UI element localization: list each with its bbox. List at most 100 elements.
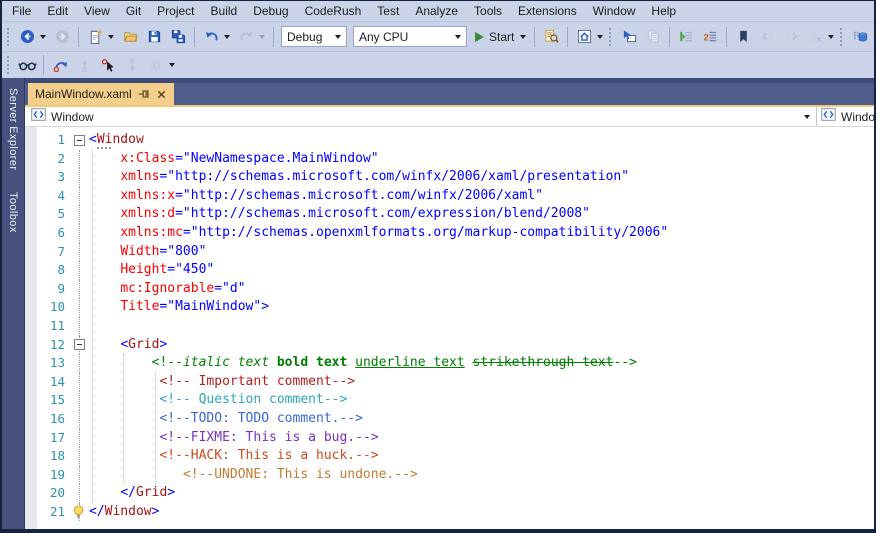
secondary-element-dropdown[interactable]: Window (816, 107, 874, 126)
undo-icon[interactable] (200, 26, 222, 48)
code-line[interactable]: 13 <!--italic text bold text underline t… (25, 354, 874, 373)
dropdown-caret-icon[interactable] (828, 35, 834, 39)
toolbar-grip[interactable] (7, 28, 11, 46)
dropdown-caret-icon[interactable] (40, 35, 46, 39)
format-lines-icon[interactable]: 2 (699, 26, 721, 48)
fold-margin[interactable] (71, 131, 89, 150)
menu-item-test[interactable]: Test (369, 1, 407, 21)
copy-icon[interactable] (642, 26, 664, 48)
side-tab-toolbox[interactable]: Toolbox (7, 192, 19, 233)
dropdown-caret-icon[interactable] (224, 35, 230, 39)
chevron-down-icon[interactable] (804, 115, 810, 119)
glasses-icon[interactable] (16, 54, 38, 76)
menu-item-git[interactable]: Git (118, 1, 149, 21)
menu-item-project[interactable]: Project (149, 1, 202, 21)
cursor-marker-icon[interactable] (97, 54, 119, 76)
code-editor[interactable]: 1<Window2 x:Class="NewNamespace.MainWind… (25, 127, 874, 529)
dropdown-caret-icon[interactable] (520, 35, 526, 39)
toolbar-grip[interactable] (840, 28, 844, 46)
menu-item-coderush[interactable]: CodeRush (297, 1, 370, 21)
code-line[interactable]: 20 </Grid> (25, 484, 874, 503)
bookmark-icon[interactable] (732, 26, 754, 48)
save-all-icon[interactable] (167, 26, 189, 48)
lightbulb-icon[interactable] (72, 505, 86, 519)
locate-in-solution-icon[interactable] (618, 26, 640, 48)
code-line[interactable]: 6 xmlns:mc="http://schemas.openxmlformat… (25, 224, 874, 243)
toolbar-grip[interactable] (7, 56, 11, 74)
menu-item-build[interactable]: Build (203, 1, 246, 21)
gear-icon[interactable] (145, 54, 167, 76)
menu-item-analyze[interactable]: Analyze (407, 1, 466, 21)
code-line[interactable]: 3 xmlns="http://schemas.microsoft.com/wi… (25, 168, 874, 187)
home-icon[interactable] (573, 26, 595, 48)
code-line[interactable]: 15 <!-- Question comment--> (25, 391, 874, 410)
code-line[interactable]: 14 <!-- Important comment--> (25, 373, 874, 392)
new-item-icon[interactable] (84, 26, 106, 48)
back-icon[interactable] (16, 26, 38, 48)
code-line[interactable]: 21</Window> (25, 503, 874, 522)
toolbar-grip[interactable] (609, 28, 613, 46)
code-line[interactable]: 11 (25, 317, 874, 336)
attach-search-icon[interactable] (540, 26, 562, 48)
menu-item-file[interactable]: File (4, 1, 39, 21)
redo-icon[interactable] (235, 26, 257, 48)
code-line[interactable]: 10 Title="MainWindow"> (25, 298, 874, 317)
next-bookmark-icon[interactable] (780, 26, 802, 48)
code-line[interactable]: 1<Window (25, 131, 874, 150)
dropdown-caret-icon[interactable] (169, 63, 175, 67)
code-line[interactable]: 8 Height="450" (25, 261, 874, 280)
combo-caret-icon[interactable] (455, 35, 461, 39)
start-debug-button[interactable]: Start (472, 26, 517, 48)
menu-item-edit[interactable]: Edit (39, 1, 76, 21)
code-line[interactable]: 16 <!--TODO: TODO comment.--> (25, 410, 874, 429)
fold-margin[interactable] (71, 336, 89, 355)
menu-item-debug[interactable]: Debug (245, 1, 296, 21)
code-line[interactable]: 18 <!--HACK: This is a huck.--> (25, 447, 874, 466)
line-number: 9 (25, 280, 71, 299)
side-tab-server-explorer[interactable]: Server Explorer (7, 88, 19, 170)
prev-bookmark-icon[interactable] (756, 26, 778, 48)
dropdown-caret-icon[interactable] (597, 35, 603, 39)
menu-item-tools[interactable]: Tools (466, 1, 510, 21)
code-line[interactable]: 2 x:Class="NewNamespace.MainWindow" (25, 150, 874, 169)
code-line[interactable]: 7 Width="800" (25, 243, 874, 262)
fold-margin (71, 373, 89, 392)
code-line[interactable]: 17 <!--FIXME: This is a bug.--> (25, 429, 874, 448)
menu-item-view[interactable]: View (76, 1, 118, 21)
pin-icon[interactable] (138, 88, 150, 100)
element-breadcrumb-dropdown[interactable]: Window (25, 107, 816, 126)
fold-margin (71, 205, 89, 224)
forward-icon[interactable] (51, 26, 73, 48)
combo-caret-icon[interactable] (335, 35, 341, 39)
up-marker-icon[interactable] (73, 54, 95, 76)
close-icon[interactable] (156, 89, 167, 100)
dropdown-caret-icon[interactable] (108, 35, 114, 39)
line-number: 19 (25, 466, 71, 485)
menu-item-extensions[interactable]: Extensions (510, 1, 585, 21)
format-indent-icon[interactable] (675, 26, 697, 48)
menu-item-help[interactable]: Help (643, 1, 684, 21)
coderush-toolbar (2, 51, 874, 78)
code-line[interactable]: 5 xmlns:d="http://schemas.microsoft.com/… (25, 205, 874, 224)
jump-marker-icon[interactable] (49, 54, 71, 76)
menu-item-window[interactable]: Window (585, 1, 644, 21)
clear-bookmarks-icon[interactable] (804, 26, 826, 48)
dropdown-caret-icon[interactable] (259, 35, 265, 39)
line-number: 2 (25, 150, 71, 169)
indent-guide (155, 373, 156, 485)
code-line[interactable]: 4 xmlns:x="http://schemas.microsoft.com/… (25, 187, 874, 206)
datasource-icon[interactable] (849, 26, 871, 48)
code-line[interactable]: 9 mc:Ignorable="d" (25, 280, 874, 299)
code-line[interactable]: 19 <!--UNDONE: This is undone.--> (25, 466, 874, 485)
line-number: 20 (25, 484, 71, 503)
collapse-box-icon[interactable] (74, 339, 85, 350)
platform-combo[interactable]: Any CPU (353, 26, 467, 47)
down-marker-icon[interactable] (121, 54, 143, 76)
code-line[interactable]: 12 <Grid> (25, 336, 874, 355)
tab-mainwindow-xaml[interactable]: MainWindow.xaml (28, 83, 174, 105)
open-folder-icon[interactable] (119, 26, 141, 48)
code-text: <!-- Important comment--> (89, 373, 355, 392)
debug-configuration-combo[interactable]: Debug (281, 26, 347, 47)
save-icon[interactable] (143, 26, 165, 48)
collapse-box-icon[interactable] (74, 135, 85, 146)
